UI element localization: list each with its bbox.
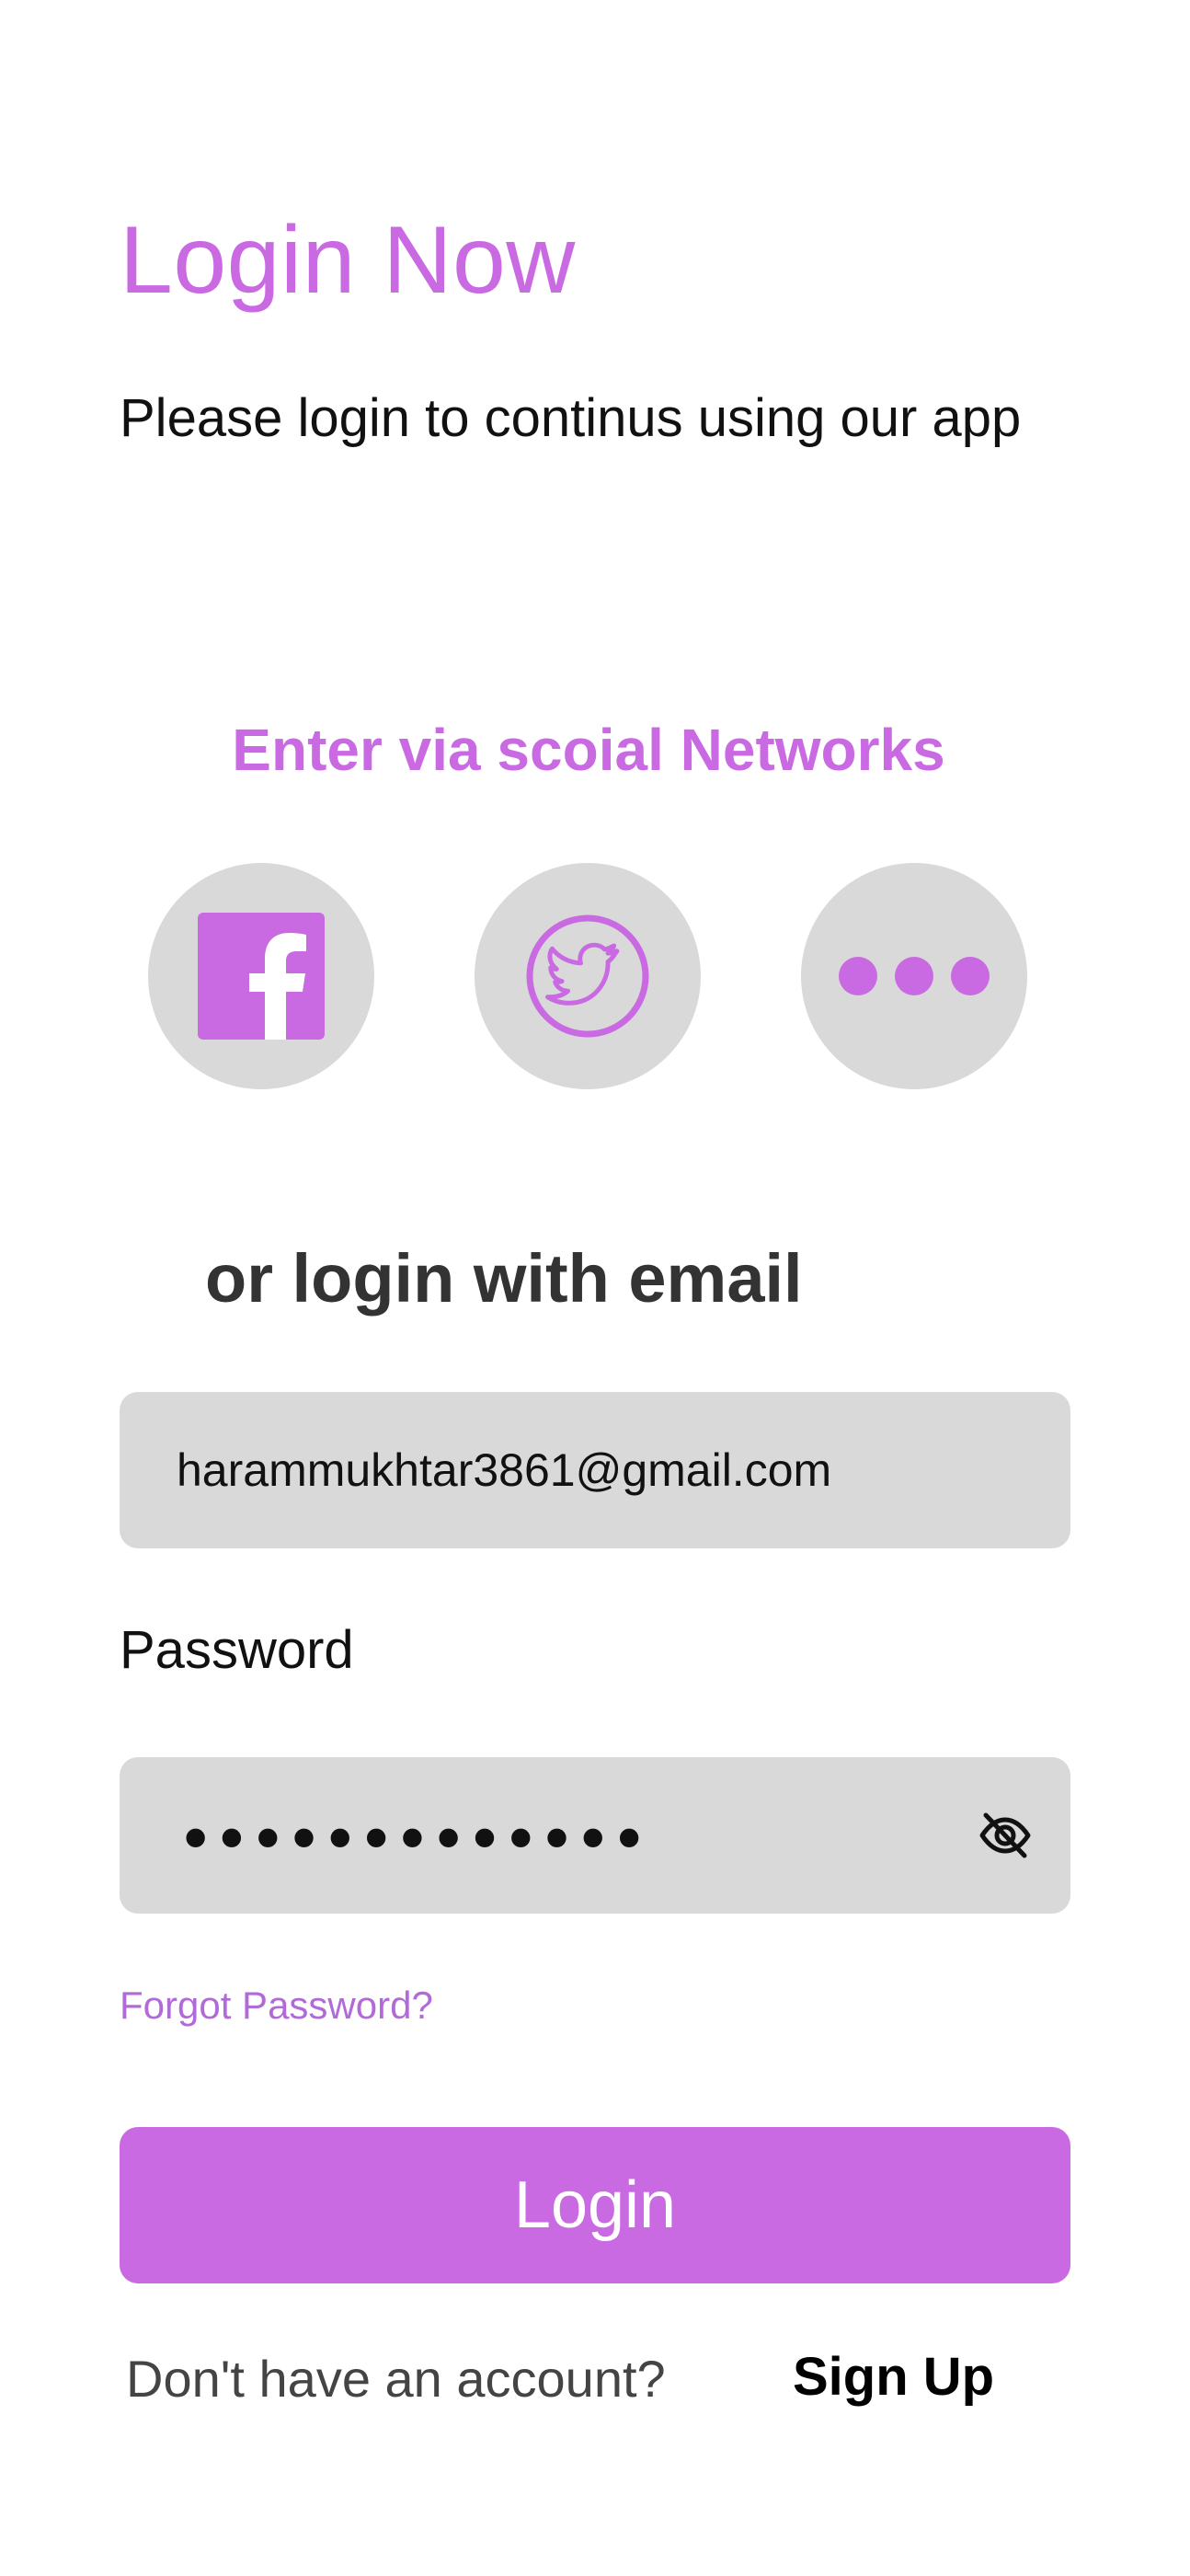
facebook-icon: [198, 913, 325, 1040]
page-title: Login Now: [120, 207, 576, 314]
twitter-icon: [526, 914, 649, 1038]
email-login-heading: or login with email: [205, 1240, 803, 1317]
forgot-password-link[interactable]: Forgot Password?: [120, 1978, 433, 2033]
no-account-text: Don't have an account?: [126, 2350, 666, 2408]
password-field[interactable]: •••••••••••••: [120, 1757, 1070, 1914]
eye-off-icon[interactable]: [978, 1811, 1032, 1859]
sign-up-link[interactable]: Sign Up: [793, 2340, 994, 2414]
more-icon: [839, 957, 990, 995]
password-value[interactable]: •••••••••••••: [177, 1802, 648, 1878]
more-options-button[interactable]: [801, 863, 1027, 1089]
social-heading: Enter via scoial Networks: [232, 717, 945, 783]
password-label: Password: [120, 1620, 354, 1680]
page-subtitle: Please login to continus using our app: [120, 388, 1022, 448]
login-button[interactable]: Login: [120, 2127, 1070, 2283]
email-field[interactable]: harammukhtar3861@gmail.com: [120, 1392, 1070, 1548]
email-value[interactable]: harammukhtar3861@gmail.com: [177, 1443, 831, 1497]
twitter-login-button[interactable]: [475, 863, 701, 1089]
facebook-login-button[interactable]: [148, 863, 374, 1089]
